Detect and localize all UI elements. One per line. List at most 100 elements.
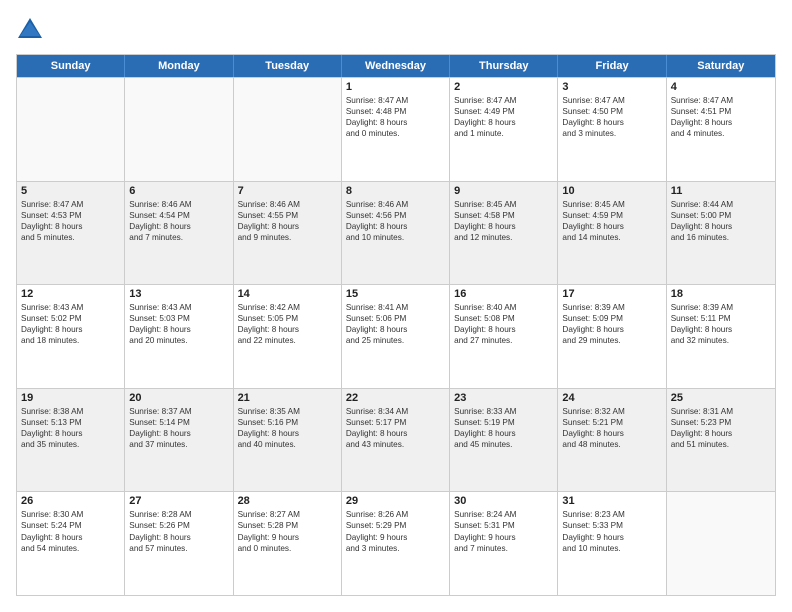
cell-text-line: Sunrise: 8:30 AM — [21, 509, 120, 520]
calendar-cell-r2-c0: 12Sunrise: 8:43 AMSunset: 5:02 PMDayligh… — [17, 285, 125, 388]
cell-text-line: and 22 minutes. — [238, 335, 337, 346]
day-number: 21 — [238, 392, 337, 404]
calendar-cell-r1-c4: 9Sunrise: 8:45 AMSunset: 4:58 PMDaylight… — [450, 182, 558, 285]
day-number: 4 — [671, 81, 771, 93]
cell-text-line: Sunset: 4:51 PM — [671, 106, 771, 117]
calendar-cell-r3-c1: 20Sunrise: 8:37 AMSunset: 5:14 PMDayligh… — [125, 389, 233, 492]
day-number: 17 — [562, 288, 661, 300]
calendar-cell-r4-c2: 28Sunrise: 8:27 AMSunset: 5:28 PMDayligh… — [234, 492, 342, 595]
cell-text-line: Sunrise: 8:47 AM — [346, 95, 445, 106]
cell-text-line: and 40 minutes. — [238, 439, 337, 450]
cell-text-line: Daylight: 8 hours — [562, 428, 661, 439]
calendar-cell-r2-c1: 13Sunrise: 8:43 AMSunset: 5:03 PMDayligh… — [125, 285, 233, 388]
day-number: 20 — [129, 392, 228, 404]
cell-text-line: Sunset: 5:16 PM — [238, 417, 337, 428]
calendar-cell-r1-c5: 10Sunrise: 8:45 AMSunset: 4:59 PMDayligh… — [558, 182, 666, 285]
calendar-cell-r3-c4: 23Sunrise: 8:33 AMSunset: 5:19 PMDayligh… — [450, 389, 558, 492]
day-number: 24 — [562, 392, 661, 404]
calendar-cell-r2-c6: 18Sunrise: 8:39 AMSunset: 5:11 PMDayligh… — [667, 285, 775, 388]
cell-text-line: Daylight: 8 hours — [454, 117, 553, 128]
cell-text-line: and 25 minutes. — [346, 335, 445, 346]
day-number: 19 — [21, 392, 120, 404]
cell-text-line: Sunrise: 8:46 AM — [238, 199, 337, 210]
cell-text-line: and 48 minutes. — [562, 439, 661, 450]
cell-text-line: Daylight: 8 hours — [129, 428, 228, 439]
cell-text-line: Daylight: 8 hours — [671, 117, 771, 128]
calendar-cell-r2-c3: 15Sunrise: 8:41 AMSunset: 5:06 PMDayligh… — [342, 285, 450, 388]
day-number: 18 — [671, 288, 771, 300]
day-number: 15 — [346, 288, 445, 300]
cell-text-line: Daylight: 8 hours — [454, 428, 553, 439]
cell-text-line: and 51 minutes. — [671, 439, 771, 450]
cell-text-line: and 16 minutes. — [671, 232, 771, 243]
cell-text-line: Daylight: 8 hours — [671, 221, 771, 232]
calendar-cell-r3-c0: 19Sunrise: 8:38 AMSunset: 5:13 PMDayligh… — [17, 389, 125, 492]
calendar-cell-r1-c2: 7Sunrise: 8:46 AMSunset: 4:55 PMDaylight… — [234, 182, 342, 285]
cell-text-line: Sunrise: 8:45 AM — [454, 199, 553, 210]
cell-text-line: and 9 minutes. — [238, 232, 337, 243]
cell-text-line: Daylight: 8 hours — [129, 532, 228, 543]
cell-text-line: Daylight: 8 hours — [346, 428, 445, 439]
cell-text-line: Sunset: 5:24 PM — [21, 520, 120, 531]
cell-text-line: Sunset: 5:13 PM — [21, 417, 120, 428]
calendar-cell-r4-c0: 26Sunrise: 8:30 AMSunset: 5:24 PMDayligh… — [17, 492, 125, 595]
day-number: 7 — [238, 185, 337, 197]
cell-text-line: Sunrise: 8:47 AM — [562, 95, 661, 106]
cell-text-line: Sunrise: 8:39 AM — [562, 302, 661, 313]
cell-text-line: Sunrise: 8:33 AM — [454, 406, 553, 417]
cell-text-line: Sunset: 4:53 PM — [21, 210, 120, 221]
page: SundayMondayTuesdayWednesdayThursdayFrid… — [0, 0, 792, 612]
cell-text-line: Daylight: 8 hours — [21, 324, 120, 335]
cell-text-line: Sunset: 5:03 PM — [129, 313, 228, 324]
cell-text-line: and 10 minutes. — [562, 543, 661, 554]
cell-text-line: Daylight: 8 hours — [562, 117, 661, 128]
cell-text-line: Sunrise: 8:47 AM — [454, 95, 553, 106]
calendar-cell-r2-c4: 16Sunrise: 8:40 AMSunset: 5:08 PMDayligh… — [450, 285, 558, 388]
calendar-cell-r0-c5: 3Sunrise: 8:47 AMSunset: 4:50 PMDaylight… — [558, 78, 666, 181]
day-number: 28 — [238, 495, 337, 507]
cell-text-line: Daylight: 8 hours — [21, 221, 120, 232]
cell-text-line: Sunset: 4:58 PM — [454, 210, 553, 221]
calendar-row-4: 26 Sunrise: 8:30 AMSunset: 5:24 PM Dayligh… — [17, 491, 775, 595]
cell-text-line: and 3 minutes. — [562, 128, 661, 139]
cell-text-line: Sunset: 5:23 PM — [671, 417, 771, 428]
cell-text-line: Daylight: 8 hours — [454, 324, 553, 335]
cell-text-line: Sunrise: 8:44 AM — [671, 199, 771, 210]
cell-text-line: Sunrise: 8:47 AM — [21, 199, 120, 210]
day-number: 5 — [21, 185, 120, 197]
cell-text-line: and 7 minutes. — [129, 232, 228, 243]
cell-text-line: Sunset: 4:54 PM — [129, 210, 228, 221]
calendar-cell-r4-c4: 30Sunrise: 8:24 AMSunset: 5:31 PMDayligh… — [450, 492, 558, 595]
cell-text-line: Sunrise: 8:35 AM — [238, 406, 337, 417]
cell-text-line: and 12 minutes. — [454, 232, 553, 243]
header — [16, 16, 776, 44]
header-day-saturday: Saturday — [667, 55, 775, 77]
cell-text-line: and 3 minutes. — [346, 543, 445, 554]
calendar-cell-r3-c2: 21Sunrise: 8:35 AMSunset: 5:16 PMDayligh… — [234, 389, 342, 492]
day-number: 25 — [671, 392, 771, 404]
day-number: 26 — [21, 495, 120, 507]
calendar-header: SundayMondayTuesdayWednesdayThursdayFrid… — [17, 55, 775, 77]
cell-text-line: Daylight: 8 hours — [346, 117, 445, 128]
header-day-tuesday: Tuesday — [234, 55, 342, 77]
cell-text-line: and 35 minutes. — [21, 439, 120, 450]
cell-text-line: and 10 minutes. — [346, 232, 445, 243]
calendar-cell-r2-c2: 14Sunrise: 8:42 AMSunset: 5:05 PMDayligh… — [234, 285, 342, 388]
calendar-row-1: 5Sunrise: 8:47 AMSunset: 4:53 PMDaylight… — [17, 181, 775, 285]
cell-text-line: Sunset: 5:02 PM — [21, 313, 120, 324]
cell-text-line: Sunrise: 8:38 AM — [21, 406, 120, 417]
cell-text-line: Sunset: 5:17 PM — [346, 417, 445, 428]
cell-text-line: Sunset: 4:48 PM — [346, 106, 445, 117]
cell-text-line: and 7 minutes. — [454, 543, 553, 554]
calendar-cell-r3-c3: 22Sunrise: 8:34 AMSunset: 5:17 PMDayligh… — [342, 389, 450, 492]
cell-text-line: Sunset: 5:33 PM — [562, 520, 661, 531]
header-day-sunday: Sunday — [17, 55, 125, 77]
day-number: 6 — [129, 185, 228, 197]
cell-text-line: and 0 minutes. — [238, 543, 337, 554]
day-number: 8 — [346, 185, 445, 197]
day-number: 29 — [346, 495, 445, 507]
day-number: 27 — [129, 495, 228, 507]
cell-text-line: Sunrise: 8:41 AM — [346, 302, 445, 313]
calendar-row-3: 19 Sunrise: 8:38 AMSunset: 5:13 PM Dayligh… — [17, 388, 775, 492]
cell-text-line: and 14 minutes. — [562, 232, 661, 243]
